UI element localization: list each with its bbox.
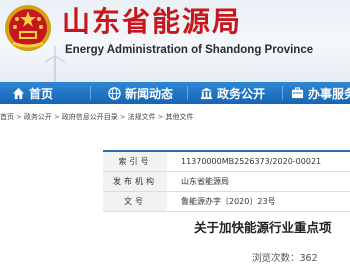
view-count-value: 362 bbox=[299, 253, 318, 264]
nav-item-label: 政务公开 bbox=[217, 86, 266, 101]
breadcrumb-separator: > bbox=[157, 113, 164, 121]
breadcrumb-separator: > bbox=[16, 113, 22, 121]
document-title: 关于加快能源行业重点项 bbox=[194, 220, 332, 235]
home-icon bbox=[12, 87, 25, 99]
row-label: 索引号 bbox=[103, 152, 167, 171]
national-emblem-icon bbox=[5, 5, 51, 51]
breadcrumb-link-regulations[interactable]: 法规文件 bbox=[128, 110, 156, 124]
site-title: 山东省能源局 bbox=[62, 5, 243, 38]
table-row: 发布机构 山东省能源局 bbox=[103, 172, 350, 192]
breadcrumb-separator: > bbox=[119, 113, 126, 121]
nav-divider bbox=[90, 86, 91, 100]
view-count: 浏览次数：362 bbox=[252, 250, 318, 264]
row-label: 文号 bbox=[103, 192, 167, 211]
nav-item-gov-affairs[interactable]: 政务公开 bbox=[200, 82, 265, 104]
document-info-table: 索引号 11370000MB2526373/2020-00021 发布机构 山东… bbox=[103, 150, 350, 212]
nav-item-home[interactable]: 首页 bbox=[12, 82, 53, 104]
nav-item-label: 首页 bbox=[29, 86, 54, 101]
row-value: 鲁能源办字〔2020〕23号 bbox=[181, 197, 276, 206]
breadcrumb-link-gov-affairs[interactable]: 政务公开 bbox=[24, 110, 52, 124]
globe-icon bbox=[108, 86, 121, 100]
service-icon bbox=[291, 86, 304, 98]
nav-divider bbox=[187, 86, 188, 100]
row-value: 11370000MB2526373/2020-00021 bbox=[181, 157, 322, 166]
table-row: 索引号 11370000MB2526373/2020-00021 bbox=[103, 152, 350, 172]
breadcrumb: 首页 > 政务公开 > 政府信息公开目录 > 法规文件 > 其他文件 bbox=[0, 110, 350, 124]
nav-divider bbox=[282, 86, 283, 100]
breadcrumb-link-home[interactable]: 首页 bbox=[0, 110, 14, 124]
breadcrumb-link-other-files[interactable]: 其他文件 bbox=[166, 110, 194, 124]
view-count-label: 浏览次数： bbox=[252, 253, 300, 264]
table-row: 文号 鲁能源办字〔2020〕23号 bbox=[103, 192, 350, 212]
row-label: 发布机构 bbox=[103, 172, 167, 191]
breadcrumb-separator: > bbox=[53, 113, 60, 121]
nav-item-services[interactable]: 办事服务 bbox=[291, 82, 350, 104]
site-subtitle: Energy Administration of Shandong Provin… bbox=[65, 44, 314, 56]
row-value: 山东省能源局 bbox=[181, 177, 229, 186]
main-nav: 首页 新闻动态 政务公开 办事服务 bbox=[0, 82, 350, 104]
nav-item-label: 新闻动态 bbox=[125, 86, 174, 101]
site-header: 山东省能源局 Energy Administration of Shandong… bbox=[0, 0, 350, 82]
nav-item-news[interactable]: 新闻动态 bbox=[108, 82, 173, 104]
nav-item-label: 办事服务 bbox=[308, 86, 350, 101]
government-building-icon bbox=[200, 87, 213, 99]
breadcrumb-link-info-catalog[interactable]: 政府信息公开目录 bbox=[62, 110, 118, 124]
